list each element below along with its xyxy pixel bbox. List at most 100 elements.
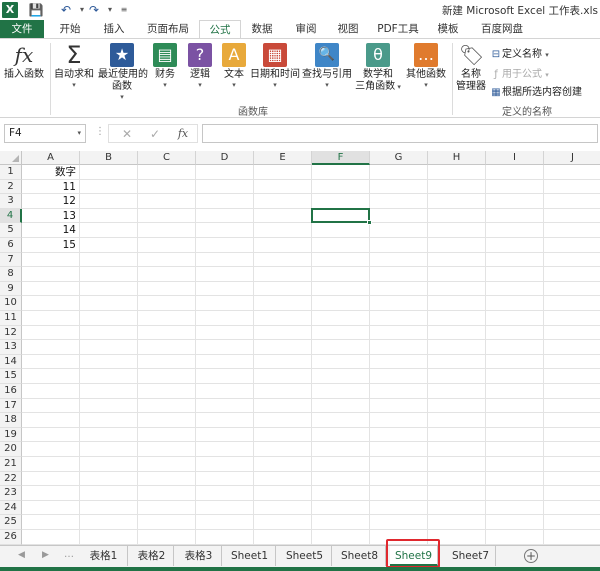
column-header-f[interactable]: F [312,151,370,165]
row-header-9[interactable]: 9 [0,281,22,297]
column-header-b[interactable]: B [80,151,138,165]
row-header-1[interactable]: 1 [0,165,22,180]
row-header-25[interactable]: 25 [0,515,22,530]
math-trig-button[interactable]: θ 数学和 三角函数 ▾ [354,43,402,93]
column-header-a[interactable]: A [22,151,80,165]
row-header-7[interactable]: 7 [0,252,22,268]
fill-handle[interactable] [367,220,372,226]
cell-a3[interactable]: 12 [22,194,76,208]
name-manager-button[interactable]: 🏷 名称 管理器 [454,43,488,93]
sheet-tab-sheet1[interactable]: Sheet1 [224,546,276,566]
row-header-19[interactable]: 19 [0,427,22,443]
row-header-15[interactable]: 15 [0,369,22,384]
sheet-tab-表格2[interactable]: 表格2 [130,546,174,566]
other-label: 其他函数 [406,69,446,80]
create-from-selection-button[interactable]: ▦根据所选内容创建 [490,83,582,98]
tab-data[interactable]: 数据 [244,20,280,38]
undo-icon[interactable]: ↶ [58,2,74,18]
logical-button[interactable]: ? 逻辑 ▾ [186,43,214,89]
row-header-22[interactable]: 22 [0,471,22,487]
tab-templates[interactable]: 模板 [430,20,466,38]
define-name-button[interactable]: ⊟ 定义名称 ▾ [490,45,549,60]
worksheet-grid[interactable]: A B C D E F G H I J 1 2 3 4 5 6 7 8 9 10 11 12 13 14 15 16 17 18 19 2… [0,151,600,545]
select-all-corner[interactable] [0,151,22,165]
row-header-10[interactable]: 10 [0,296,22,311]
column-header-g[interactable]: G [370,151,428,165]
row-header-17[interactable]: 17 [0,398,22,414]
financial-button[interactable]: ▤ 财务 ▾ [150,43,180,89]
lookup-button[interactable]: 🔍 查找与引用 ▾ [302,43,352,89]
scroll-left-icon[interactable]: ◀ [18,550,25,560]
grid-hline [22,339,600,341]
tab-page-layout[interactable]: 页面布局 [140,20,196,38]
row-header-21[interactable]: 21 [0,457,22,472]
magnifier-book-icon: 🔍 [315,43,339,67]
datetime-button[interactable]: ▦ 日期和时间 ▾ [250,43,300,89]
tab-review[interactable]: 审阅 [288,20,324,38]
row-header-23[interactable]: 23 [0,486,22,501]
tab-insert[interactable]: 插入 [96,20,132,38]
sheet-tab-sheet8[interactable]: Sheet8 [334,546,386,566]
row-header-13[interactable]: 13 [0,340,22,355]
active-cell-f4[interactable] [311,207,370,224]
formula-input[interactable] [202,124,598,143]
sheet-tab-sheet7[interactable]: Sheet7 [446,546,496,566]
row-header-14[interactable]: 14 [0,354,22,370]
column-header-c[interactable]: C [138,151,196,165]
row-header-5[interactable]: 5 [0,223,22,238]
row-header-11[interactable]: 11 [0,311,22,326]
row-header-12[interactable]: 12 [0,325,22,341]
autosum-button[interactable]: Σ 自动求和 ▾ [54,43,94,89]
column-header-h[interactable]: H [428,151,486,165]
scroll-right-icon[interactable]: ▶ [42,550,49,560]
row-header-4[interactable]: 4 [0,208,22,224]
sheet-tab-表格3[interactable]: 表格3 [176,546,222,566]
chevron-down-icon[interactable]: ▾ [77,125,81,142]
cell-a1[interactable]: 数字 [22,165,76,179]
save-icon[interactable]: 💾 [28,2,44,18]
tab-file[interactable]: 文件 [0,20,44,38]
insert-function-icon[interactable]: fx [173,126,193,142]
cell-a5[interactable]: 14 [22,223,76,237]
insert-function-button[interactable]: fx 插入函数 [2,43,46,81]
tab-home[interactable]: 开始 [52,20,88,38]
cancel-icon[interactable]: ✕ [117,126,137,142]
row-header-20[interactable]: 20 [0,442,22,457]
row-header-18[interactable]: 18 [0,413,22,428]
tab-baidu-netdisk[interactable]: 百度网盘 [474,20,530,38]
tab-view[interactable]: 视图 [330,20,366,38]
create-from-selection-icon: ▦ [491,87,501,98]
sheet-tab-sheet5[interactable]: Sheet5 [278,546,332,566]
recent-functions-button[interactable]: ★ 最近使用的 函数 ▾ [98,43,148,101]
tab-formulas[interactable]: 公式 [199,20,241,39]
text-button[interactable]: A 文本 ▾ [220,43,248,89]
grid-hline [22,178,600,180]
use-in-formula-icon: ƒ [494,69,498,80]
more-sheets-icon[interactable]: … [64,549,74,560]
enter-icon[interactable]: ✓ [145,126,165,142]
row-header-16[interactable]: 16 [0,384,22,399]
column-header-i[interactable]: I [486,151,544,165]
sheet-tab-表格1[interactable]: 表格1 [80,546,128,566]
redo-icon[interactable]: ↷ [86,2,102,18]
tab-pdf-tools[interactable]: PDF工具 [372,20,424,38]
column-header-e[interactable]: E [254,151,312,165]
name-box[interactable]: F4 ▾ [4,124,86,143]
customize-quick-access-icon[interactable]: ≡ [116,2,132,18]
cell-a6[interactable]: 15 [22,238,76,252]
row-header-26[interactable]: 26 [0,530,22,545]
row-header-3[interactable]: 3 [0,194,22,209]
column-header-j[interactable]: J [544,151,600,165]
use-in-formula-button[interactable]: ƒ 用于公式 ▾ [490,65,548,80]
row-header-24[interactable]: 24 [0,500,22,516]
add-sheet-icon[interactable]: + [524,549,538,563]
cell-a2[interactable]: 11 [22,180,76,194]
grid-hline [22,251,600,253]
row-header-8[interactable]: 8 [0,267,22,282]
row-header-2[interactable]: 2 [0,179,22,195]
other-functions-button[interactable]: … 其他函数 ▾ [404,43,448,89]
column-header-d[interactable]: D [196,151,254,165]
cell-a4[interactable]: 13 [22,209,76,223]
grid-hline [22,237,600,238]
row-header-6[interactable]: 6 [0,238,22,253]
